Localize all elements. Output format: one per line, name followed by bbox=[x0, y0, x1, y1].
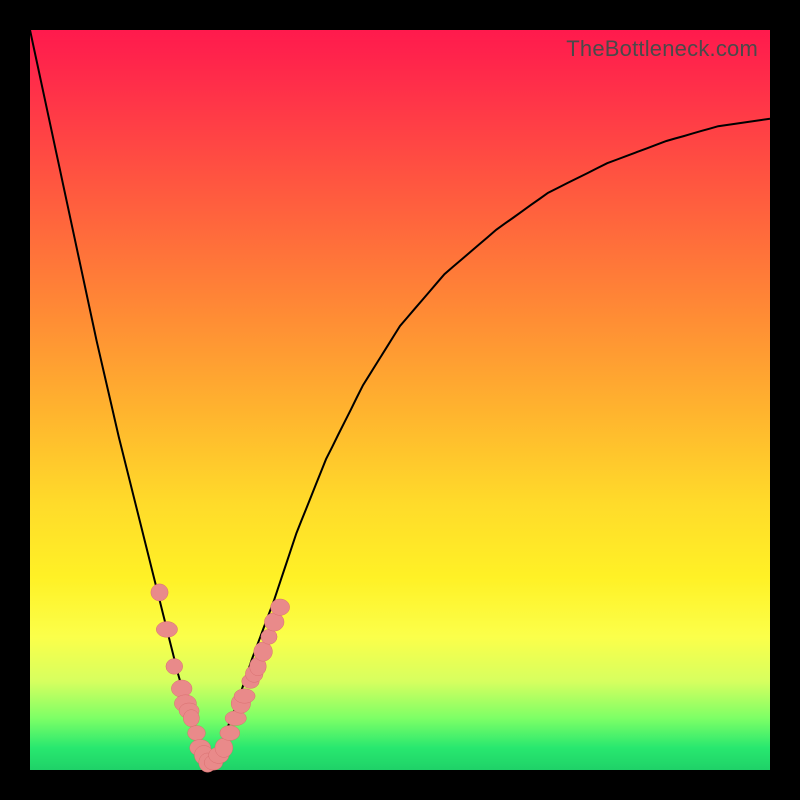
sample-marker bbox=[254, 642, 273, 661]
sample-marker bbox=[220, 726, 240, 741]
chart-overlay-svg bbox=[30, 30, 770, 770]
sample-marker bbox=[271, 599, 290, 615]
sample-marker bbox=[171, 680, 192, 697]
sample-marker bbox=[234, 689, 255, 703]
sample-marker bbox=[183, 710, 199, 727]
sample-marker bbox=[261, 629, 277, 644]
sample-marker bbox=[264, 613, 284, 631]
sample-marker bbox=[188, 726, 206, 741]
chart-frame: TheBottleneck.com bbox=[0, 0, 800, 800]
plot-area: TheBottleneck.com bbox=[30, 30, 770, 770]
sample-marker bbox=[156, 622, 177, 638]
bottleneck-curve bbox=[30, 30, 770, 763]
sample-marker bbox=[215, 738, 233, 757]
sample-marker bbox=[151, 584, 168, 601]
sample-marker bbox=[166, 659, 183, 675]
